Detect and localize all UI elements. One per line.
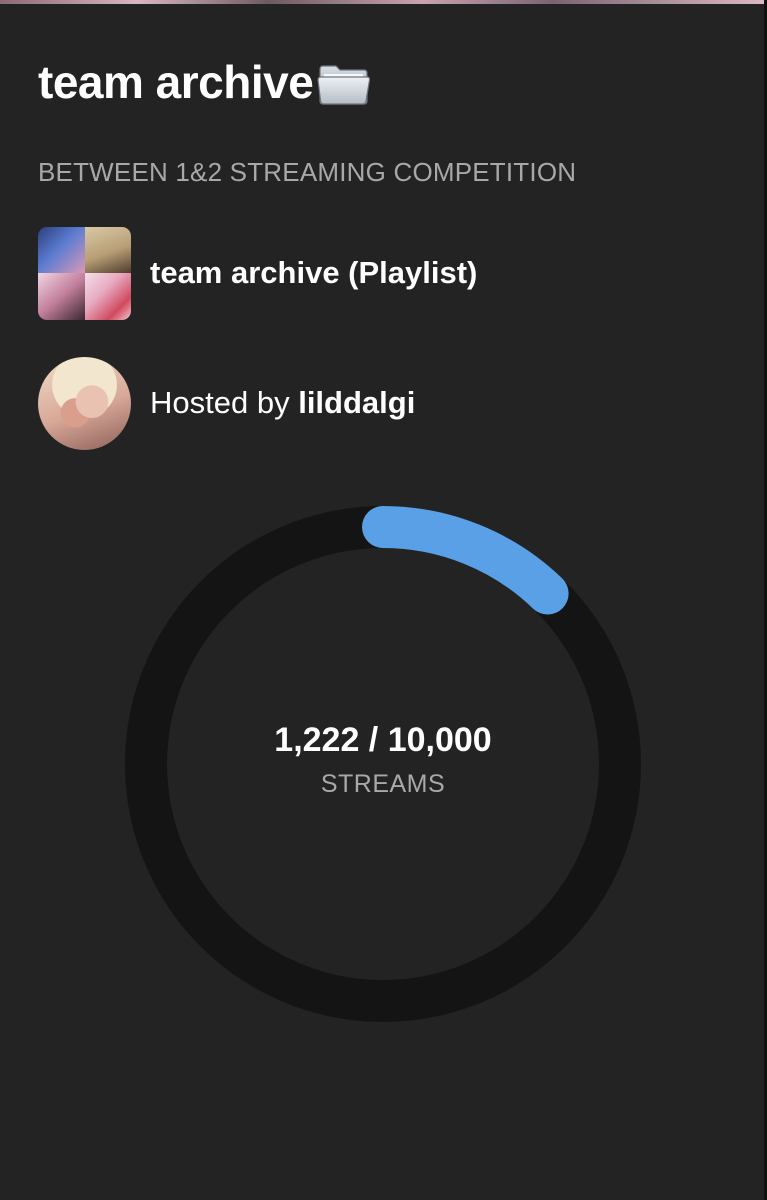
playlist-row[interactable]: team archive (Playlist) bbox=[38, 226, 477, 320]
title-row: team archive bbox=[38, 52, 371, 112]
competition-card: team archive BETWEEN 1&2 STREAMING COMPE… bbox=[0, 4, 764, 1200]
thumbnail-tile bbox=[84, 226, 131, 273]
stream-count: 1,222 / 10,000 bbox=[274, 721, 492, 759]
playlist-thumbnail[interactable] bbox=[38, 226, 131, 320]
competition-subtitle: BETWEEN 1&2 STREAMING COMPETITION bbox=[38, 157, 577, 187]
thumbnail-tile bbox=[84, 273, 131, 320]
progress-readout: 1,222 / 10,000 STREAMS bbox=[123, 718, 643, 800]
file-folder-icon bbox=[317, 61, 371, 107]
host-row: Hosted by lilddalgi bbox=[38, 356, 415, 450]
thumbnail-tile bbox=[38, 226, 85, 273]
hosted-by-label: Hosted by bbox=[150, 385, 290, 420]
page-title: team archive bbox=[38, 56, 314, 108]
host-line: Hosted by lilddalgi bbox=[150, 385, 415, 421]
playlist-link[interactable]: team archive (Playlist) bbox=[150, 255, 477, 291]
stream-unit-label: STREAMS bbox=[320, 770, 446, 798]
progress-ring: 1,222 / 10,000 STREAMS bbox=[123, 504, 643, 1024]
host-username[interactable]: lilddalgi bbox=[298, 385, 415, 420]
progress-ring-fill bbox=[362, 506, 569, 615]
thumbnail-tile bbox=[38, 273, 85, 320]
host-avatar[interactable] bbox=[38, 356, 131, 450]
